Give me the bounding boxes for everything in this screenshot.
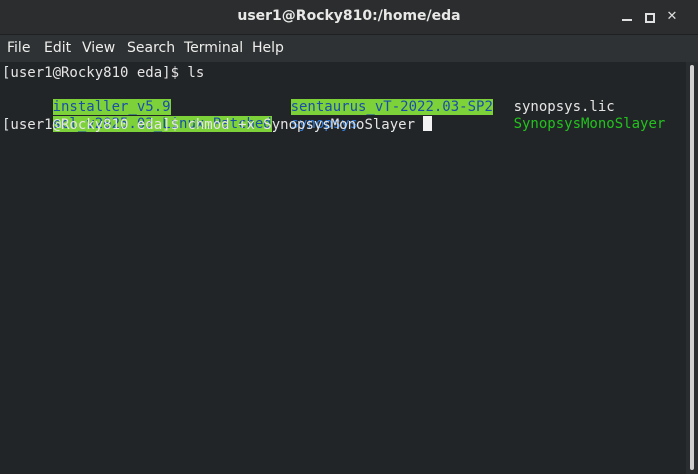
menu-search[interactable]: Search [127, 40, 175, 56]
text-cursor [423, 116, 433, 131]
title-bar[interactable]: user1@Rocky810:/home/eda ✕ [0, 0, 698, 35]
close-button[interactable]: ✕ [661, 6, 683, 28]
ls-row-2-col-3: SynopsysMonoSlayer [463, 99, 666, 150]
menu-view[interactable]: View [82, 40, 115, 56]
ls-entry-synopsysmonoslayer: SynopsysMonoSlayer [513, 116, 666, 132]
maximize-icon [645, 13, 655, 23]
scrollbar-thumb[interactable] [690, 65, 694, 470]
typed-command: chmod +x SynopsysMonoSlayer [187, 117, 424, 133]
minimize-icon [622, 19, 632, 21]
maximize-button[interactable] [638, 6, 660, 28]
shell-prompt: [user1@Rocky810 eda]$ [2, 117, 188, 133]
terminal-window: user1@Rocky810:/home/eda ✕ File Edit Vie… [0, 0, 698, 474]
vertical-scrollbar[interactable] [686, 62, 698, 474]
menu-bar: File Edit View Search Terminal Help [0, 35, 698, 61]
window-title: user1@Rocky810:/home/eda [237, 8, 461, 24]
menu-file[interactable]: File [7, 40, 30, 56]
terminal-line-ls-command: [user1@Rocky810 eda]$ ls [2, 65, 205, 81]
terminal-output[interactable]: [user1@Rocky810 eda]$ ls installer_v5.9 … [0, 62, 686, 474]
minimize-button[interactable] [616, 6, 638, 28]
close-icon: ✕ [666, 9, 678, 24]
menu-terminal[interactable]: Terminal [184, 40, 243, 56]
menu-edit[interactable]: Edit [44, 40, 71, 56]
terminal-current-line: [user1@Rocky810 eda]$ chmod +x SynopsysM… [2, 116, 433, 134]
menu-help[interactable]: Help [252, 40, 284, 56]
